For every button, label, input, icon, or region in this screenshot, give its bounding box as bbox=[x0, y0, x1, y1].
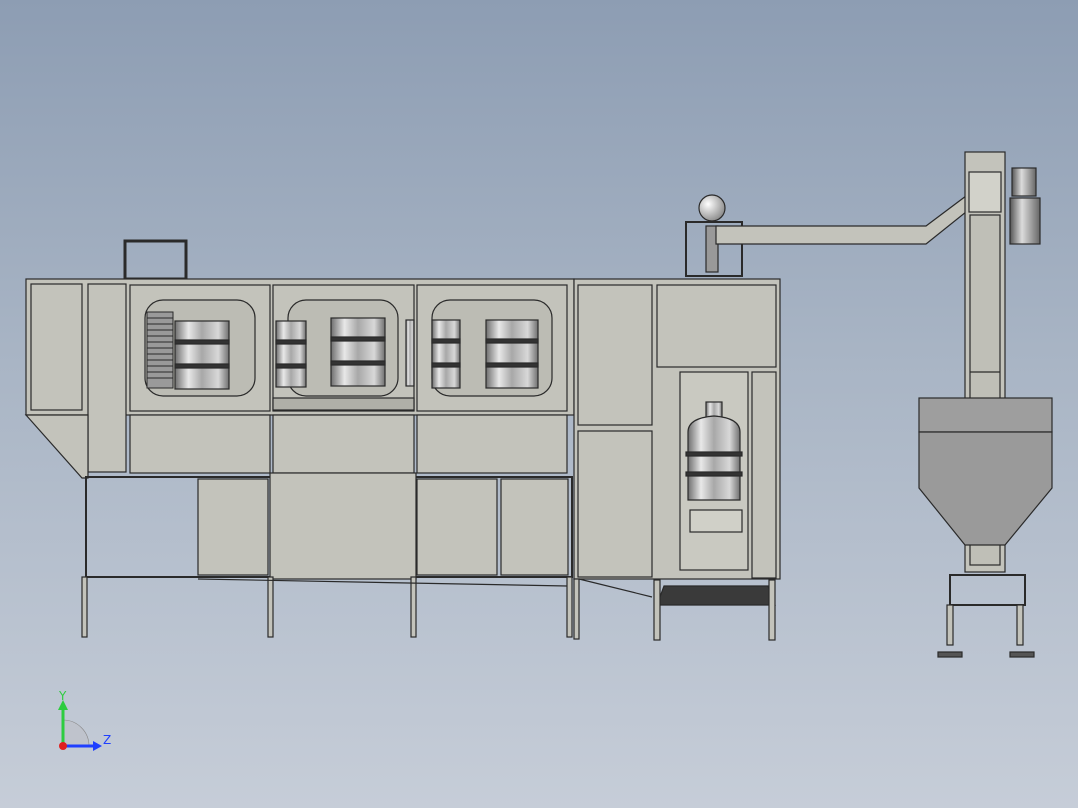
filling-bottom-rail bbox=[578, 578, 653, 598]
bottom-rail bbox=[197, 578, 568, 587]
main-washing-machine bbox=[24, 239, 575, 638]
stand-frame bbox=[949, 574, 1026, 606]
leg-4 bbox=[566, 576, 573, 638]
hopper-top bbox=[918, 397, 1053, 433]
z-axis-label: Z bbox=[103, 733, 111, 747]
filling-leg-3 bbox=[573, 578, 580, 640]
conveyor-chain bbox=[272, 397, 415, 411]
brush-assembly bbox=[146, 311, 174, 389]
left-drip-tray bbox=[24, 414, 89, 479]
coordinate-triad: Y Z bbox=[58, 689, 111, 751]
mid-panel-2 bbox=[272, 414, 415, 474]
stand-leg-1 bbox=[946, 604, 954, 646]
lower-panel-4 bbox=[500, 478, 569, 576]
lower-panel-3 bbox=[416, 478, 498, 576]
top-handle-frame bbox=[123, 239, 188, 281]
filling-left-lower bbox=[577, 430, 653, 578]
filling-top-panel bbox=[656, 284, 777, 368]
bottle-5 bbox=[431, 319, 461, 389]
machine-drawing: Y Z bbox=[24, 151, 1053, 751]
bottle-clamp bbox=[689, 509, 743, 533]
left-panel bbox=[30, 283, 83, 411]
left-inner-panel bbox=[87, 283, 127, 473]
hopper-body bbox=[918, 431, 1053, 546]
cad-viewport[interactable]: Y Z bbox=[0, 0, 1078, 808]
stand-foot-2 bbox=[1009, 651, 1035, 658]
filling-left-panel bbox=[577, 284, 653, 426]
conveyor-arm bbox=[715, 194, 967, 245]
leg-1 bbox=[81, 576, 88, 638]
bottle-4 bbox=[405, 319, 415, 387]
tower-head bbox=[968, 171, 1002, 213]
filling-leg-1 bbox=[653, 579, 661, 641]
bottle-1 bbox=[174, 320, 230, 390]
filling-section bbox=[573, 194, 781, 641]
lower-panel-1 bbox=[197, 478, 269, 576]
x-axis-origin bbox=[59, 742, 67, 750]
filling-leg-2 bbox=[768, 579, 776, 641]
triad-arc bbox=[62, 719, 90, 747]
stand-leg-2 bbox=[1016, 604, 1024, 646]
mid-panel-3 bbox=[416, 414, 568, 474]
leg-2 bbox=[267, 576, 274, 638]
drive-motor bbox=[1009, 167, 1041, 245]
mid-panel-1 bbox=[129, 414, 271, 474]
stand-foot-1 bbox=[937, 651, 963, 658]
bottle-3 bbox=[330, 317, 386, 387]
leg-3 bbox=[410, 576, 417, 638]
lower-tank bbox=[269, 472, 417, 580]
bottle-6 bbox=[485, 319, 539, 389]
bottle-2 bbox=[275, 320, 307, 388]
pressure-gauge bbox=[698, 194, 726, 222]
filling-tray bbox=[656, 585, 776, 606]
y-axis-label: Y bbox=[58, 689, 67, 703]
filling-side-panel bbox=[751, 371, 777, 579]
